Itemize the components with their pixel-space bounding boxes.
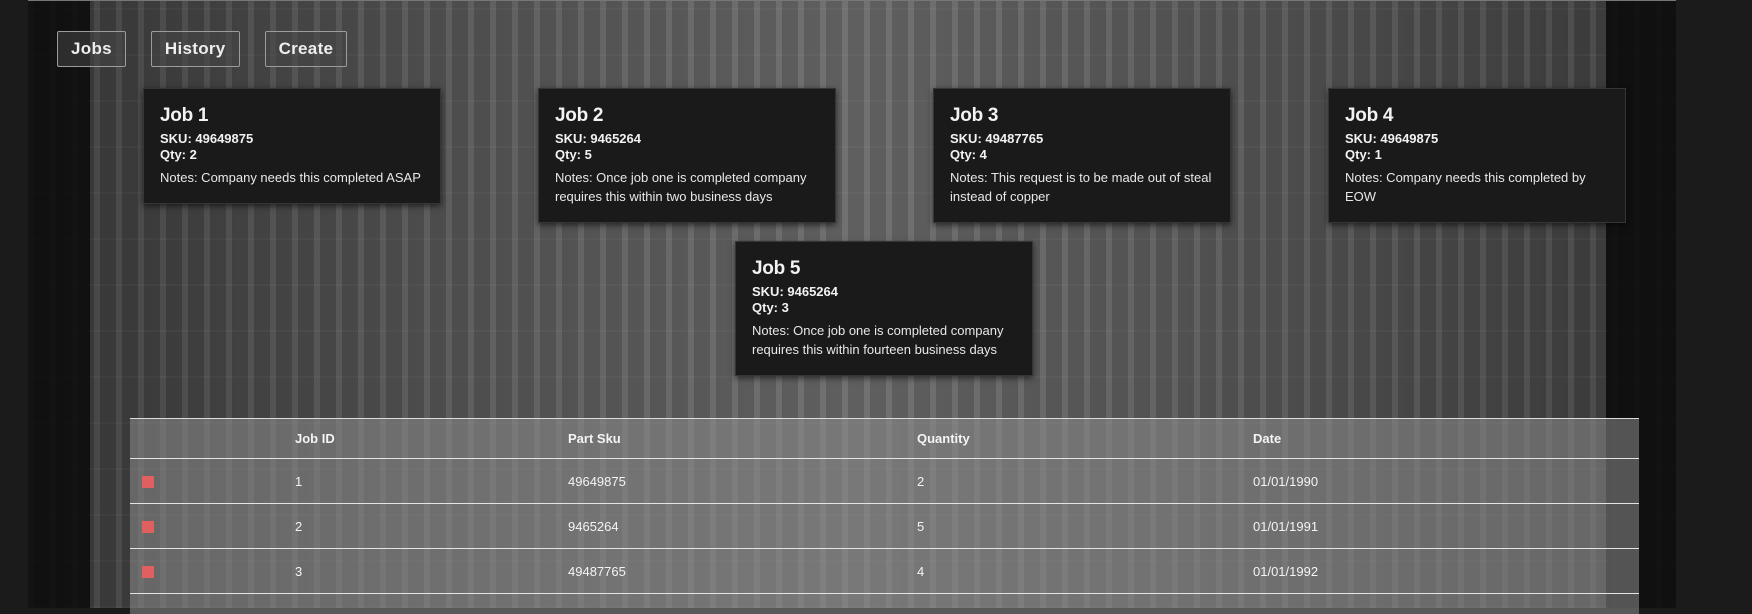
job-card[interactable]: Job 5 SKU: 9465264 Qty: 3 Notes: Once jo… — [735, 241, 1033, 376]
table-row[interactable]: 2 9465264 5 01/01/1991 — [130, 504, 1639, 549]
job-notes: Notes: This request is to be made out of… — [950, 170, 1212, 204]
header-cell-job-id[interactable]: Job ID — [295, 431, 568, 446]
status-cell — [130, 472, 295, 491]
job-qty: Qty: 4 — [950, 147, 987, 162]
job-sku: SKU: 9465264 — [555, 131, 641, 146]
table-row[interactable] — [130, 594, 1639, 614]
job-title: Job 4 — [1345, 105, 1394, 126]
status-cell — [130, 562, 295, 581]
job-card[interactable]: Job 4 SKU: 49649875 Qty: 1 Notes: Compan… — [1328, 88, 1626, 223]
job-title: Job 2 — [555, 105, 604, 126]
job-qty: Qty: 3 — [752, 300, 789, 315]
date-cell: 01/01/1991 — [1253, 518, 1319, 534]
history-button[interactable]: History — [150, 31, 240, 67]
job-notes: Notes: Once job one is completed company… — [752, 323, 1004, 357]
quantity-cell: 2 — [917, 473, 925, 489]
job-title: Job 5 — [752, 258, 801, 279]
job-qty: Qty: 5 — [555, 147, 592, 162]
date-cell: 01/01/1992 — [1253, 563, 1319, 579]
part-sku-cell: 9465264 — [568, 518, 619, 534]
header-cell-quantity[interactable]: Quantity — [917, 431, 1253, 446]
header-cell-part-sku[interactable]: Part Sku — [568, 431, 917, 446]
status-marker-icon — [142, 520, 154, 533]
status-marker-icon — [142, 475, 154, 488]
table-row[interactable]: 3 49487765 4 01/01/1992 — [130, 549, 1639, 594]
jobs-table: Job ID Part Sku Quantity Date 1 49649875… — [130, 418, 1639, 614]
job-notes: Notes: Company needs this completed ASAP — [160, 170, 421, 185]
part-sku-cell: 49487765 — [568, 563, 626, 579]
job-id-cell: 1 — [295, 473, 303, 489]
job-card[interactable]: Job 2 SKU: 9465264 Qty: 5 Notes: Once jo… — [538, 88, 836, 223]
job-id-cell: 3 — [295, 563, 303, 579]
job-notes: Notes: Once job one is completed company… — [555, 170, 807, 204]
job-sku: SKU: 49649875 — [160, 131, 254, 146]
header-cell-date[interactable]: Date — [1253, 431, 1639, 446]
job-id-cell: 2 — [295, 518, 303, 534]
job-notes: Notes: Company needs this completed by E… — [1345, 170, 1586, 204]
date-cell: 01/01/1990 — [1253, 473, 1319, 489]
job-card[interactable]: Job 1 SKU: 49649875 Qty: 2 Notes: Compan… — [143, 88, 441, 204]
job-qty: Qty: 1 — [1345, 147, 1382, 162]
job-card[interactable]: Job 3 SKU: 49487765 Qty: 4 Notes: This r… — [933, 88, 1231, 223]
job-sku: SKU: 9465264 — [752, 284, 838, 299]
job-title: Job 3 — [950, 105, 999, 126]
job-qty: Qty: 2 — [160, 147, 197, 162]
jobs-button[interactable]: Jobs — [57, 31, 126, 67]
quantity-cell: 5 — [917, 518, 925, 534]
table-row[interactable]: 1 49649875 2 01/01/1990 — [130, 459, 1639, 504]
part-sku-cell: 49649875 — [568, 473, 626, 489]
job-sku: SKU: 49649875 — [1345, 131, 1439, 146]
job-sku: SKU: 49487765 — [950, 131, 1044, 146]
create-button[interactable]: Create — [264, 31, 348, 67]
top-nav: Jobs History Create — [57, 31, 348, 67]
status-cell — [130, 517, 295, 536]
job-title: Job 1 — [160, 105, 209, 126]
quantity-cell: 4 — [917, 563, 925, 579]
table-header-row: Job ID Part Sku Quantity Date — [130, 419, 1639, 459]
status-marker-icon — [142, 565, 154, 578]
